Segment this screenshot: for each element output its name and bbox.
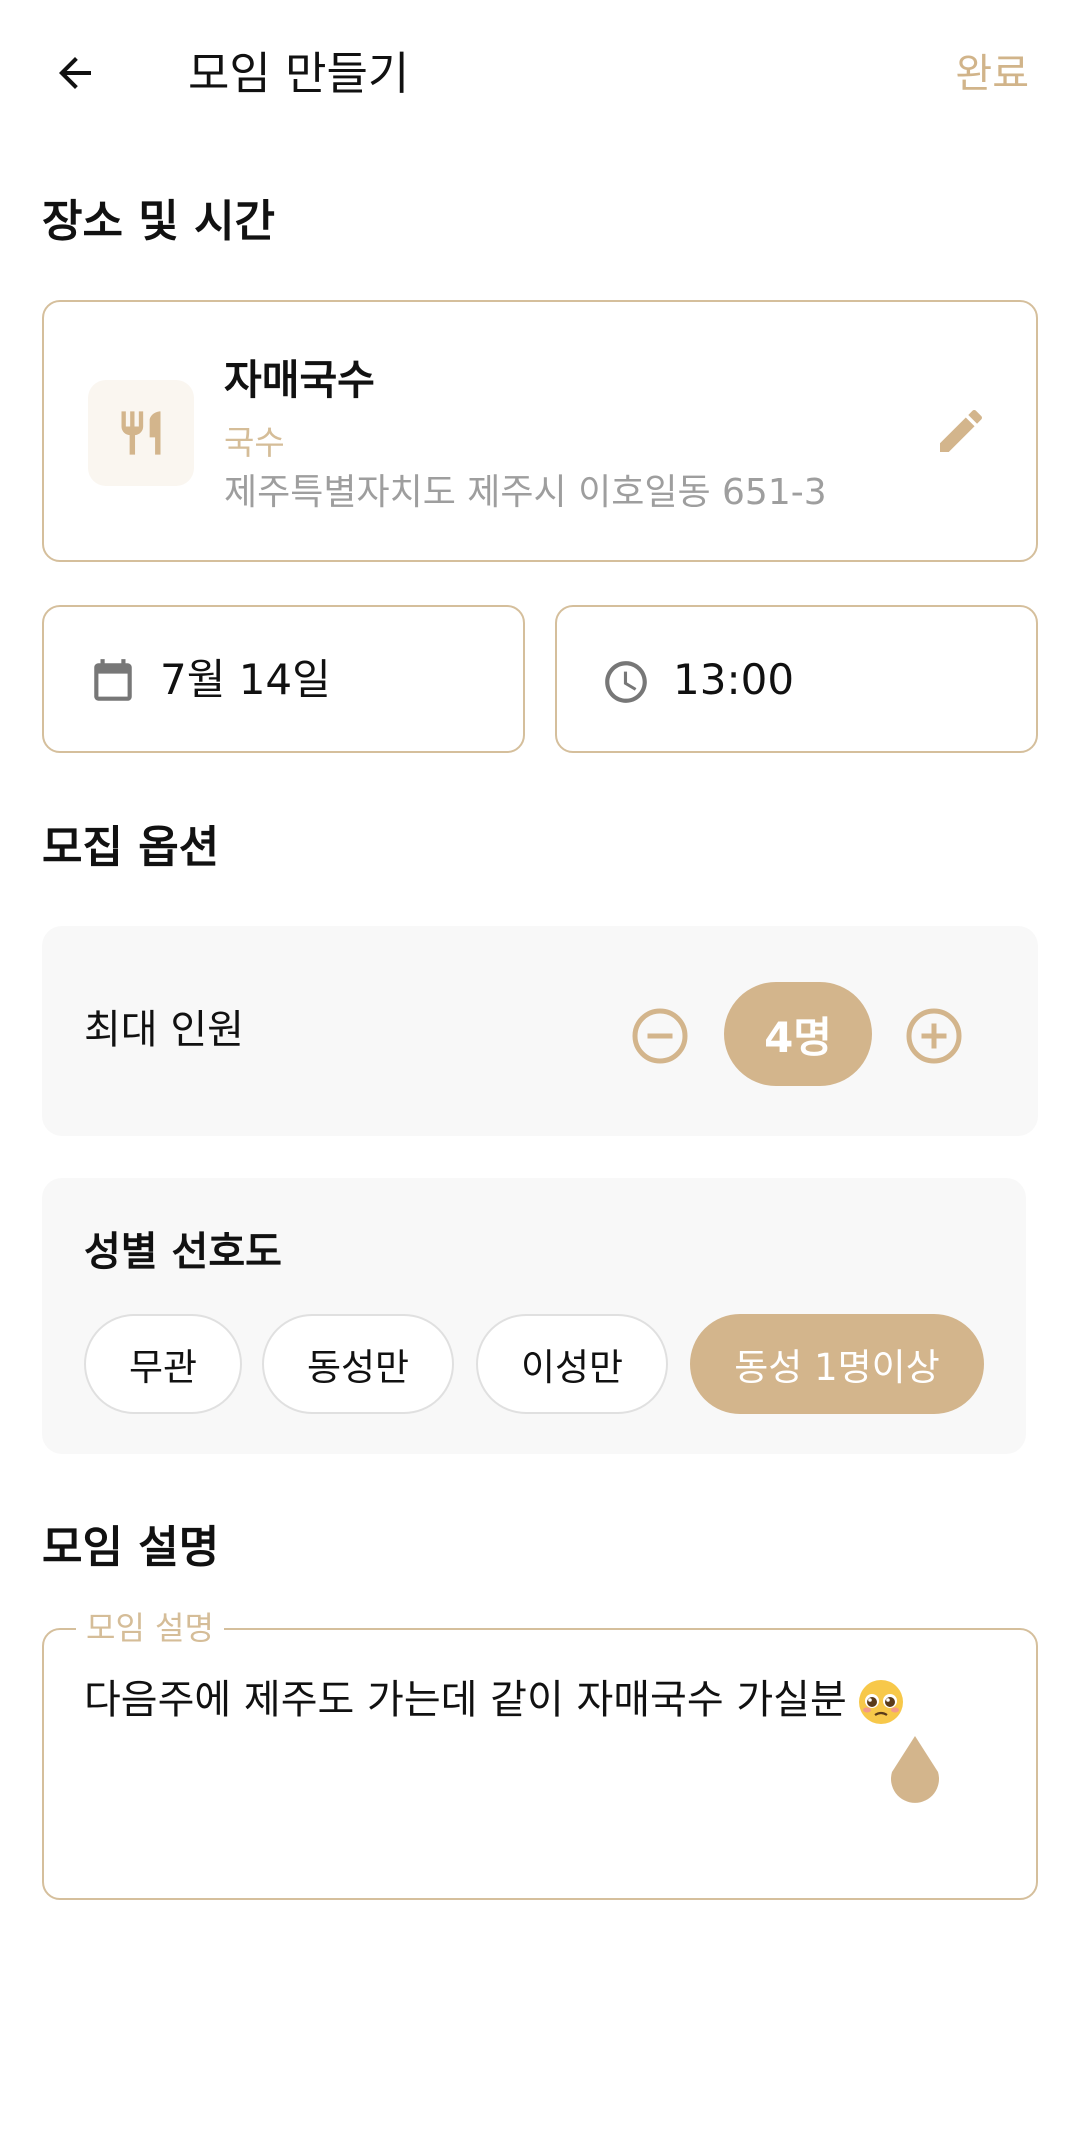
gender-chip-opposite[interactable]: 이성만 (476, 1314, 668, 1414)
app-bar: 모임 만들기 완료 (0, 0, 1079, 150)
gender-chip-any[interactable]: 무관 (84, 1314, 242, 1414)
pleading-face-emoji (858, 1680, 903, 1724)
gender-label: 성별 선호도 (84, 1229, 282, 1275)
pencil-icon (940, 409, 983, 452)
section-title-description: 모임 설명 (42, 1522, 220, 1573)
restaurant-icon (88, 380, 194, 486)
edit-place-button[interactable] (930, 400, 992, 462)
place-category: 국수 (224, 423, 285, 462)
text-cursor-handle[interactable] (886, 1734, 944, 1806)
place-name: 자매국수 (224, 356, 375, 404)
page-title: 모임 만들기 (188, 47, 410, 100)
plus-circle-icon[interactable] (904, 1006, 964, 1066)
description-field-label: 모임 설명 (76, 1608, 224, 1648)
description-textarea[interactable]: 모임 설명 다음주에 제주도 가는데 같이 자매국수 가실분 (42, 1608, 1038, 1900)
description-text: 다음주에 제주도 가는데 같이 자매국수 가실분 (84, 1672, 905, 1728)
section-title-place-time: 장소 및 시간 (42, 196, 276, 247)
arrow-left-icon (59, 57, 91, 89)
back-button[interactable] (40, 38, 110, 108)
place-address: 제주특별자치도 제주시 이호일동 651-3 (224, 472, 827, 513)
max-people-label: 최대 인원 (84, 1007, 244, 1053)
date-picker[interactable]: 7월 14일 (42, 605, 525, 753)
gender-chip-same-one-plus[interactable]: 동성 1명이상 (690, 1314, 984, 1414)
clock-icon (601, 657, 651, 707)
max-people-panel: 최대 인원 (42, 926, 1038, 1136)
date-value: 7월 14일 (160, 655, 331, 704)
time-value: 13:00 (673, 655, 795, 704)
calendar-icon (88, 657, 138, 707)
time-picker[interactable]: 13:00 (555, 605, 1038, 753)
minus-circle-icon[interactable] (630, 1006, 690, 1066)
gender-chip-same[interactable]: 동성만 (262, 1314, 454, 1414)
done-button[interactable]: 완료 (955, 46, 1029, 102)
max-people-count: 4명 (724, 982, 872, 1086)
section-title-recruit: 모집 옵션 (42, 822, 220, 873)
place-card[interactable]: 자매국수 국수 제주특별자치도 제주시 이호일동 651-3 (42, 300, 1038, 562)
